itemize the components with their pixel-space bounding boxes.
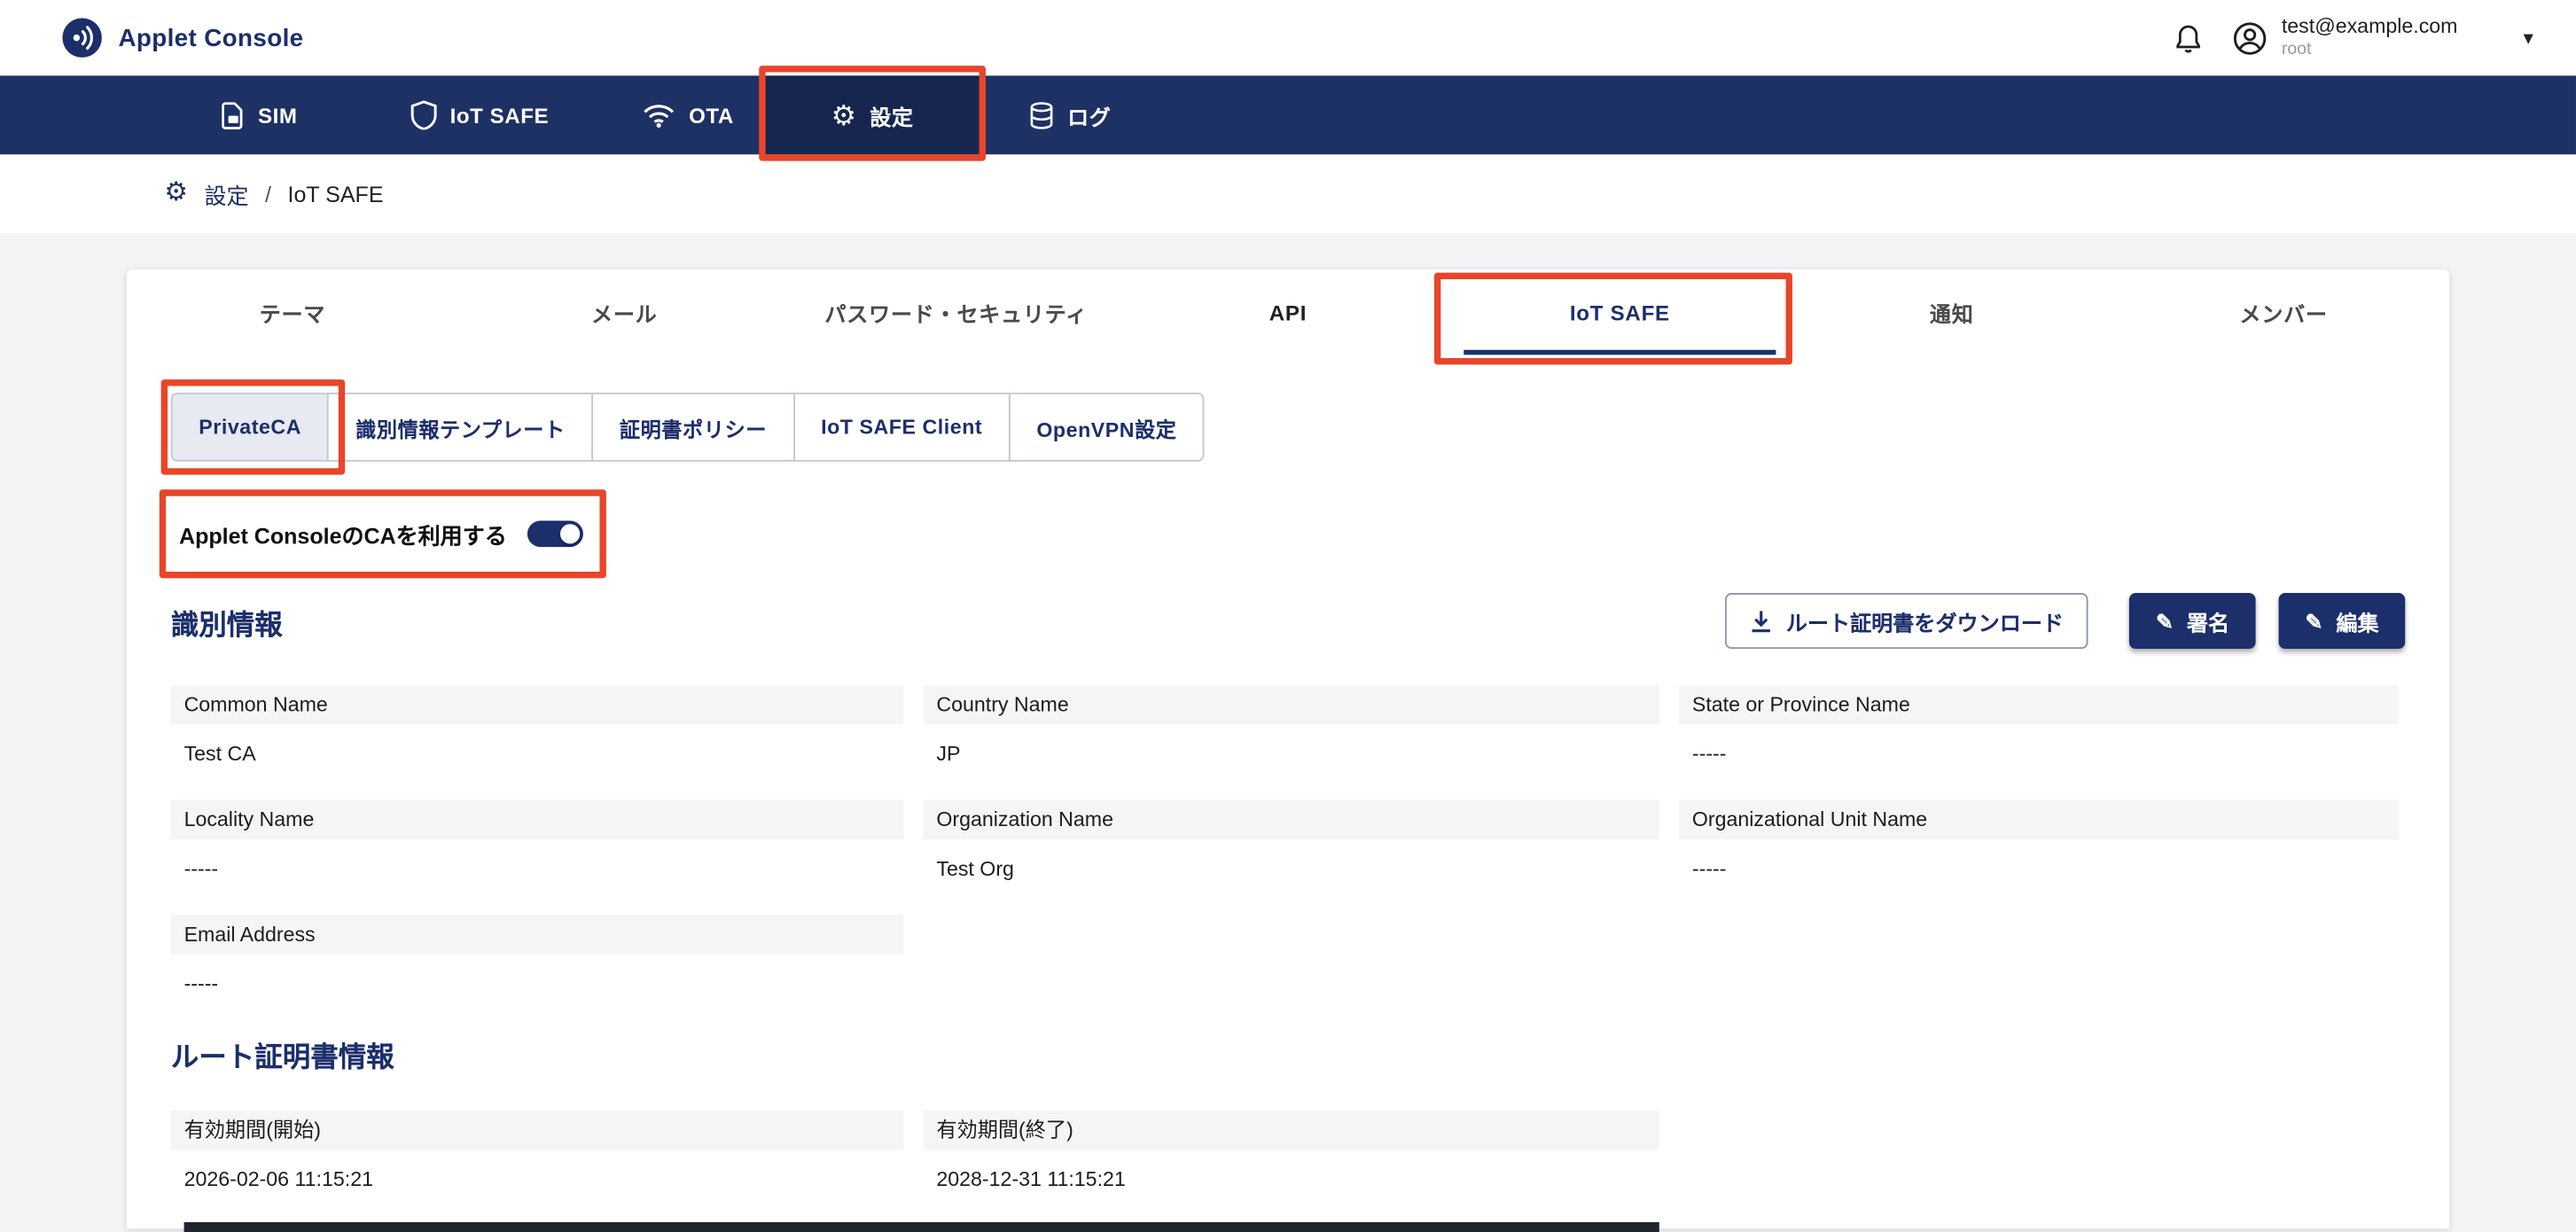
user-role: root	[2282, 40, 2458, 61]
ca-toggle-row: Applet ConsoleのCAを利用する	[171, 498, 2405, 571]
field-locality-name: Locality Name -----	[171, 800, 904, 885]
breadcrumb-current: IoT SAFE	[288, 182, 384, 207]
pencil-icon: ✎	[2305, 611, 2322, 632]
settings-tab-bar: テーマ メール パスワード・セキュリティ API IoT SAFE 通知 メンバ…	[127, 269, 2450, 355]
main-nav-bar: SIM IoT SAFE OTA ⚙ 設定	[0, 75, 2576, 154]
ca-toggle-label: Applet ConsoleのCAを利用する	[179, 518, 507, 550]
sign-button-label: 署名	[2187, 605, 2229, 636]
download-button-label: ルート証明書をダウンロード	[1786, 605, 2064, 636]
field-valid-from: 有効期間(開始) 2026-02-06 11:15:21	[171, 1111, 904, 1195]
nav-item-settings[interactable]: ⚙ 設定	[766, 75, 980, 154]
header-right: test@example.com root ▾	[2174, 14, 2543, 61]
field-label: Organizational Unit Name	[1679, 800, 2399, 839]
account-circle-icon[interactable]	[2232, 20, 2267, 55]
breadcrumb: ⚙ 設定 / IoT SAFE	[0, 154, 2576, 233]
breadcrumb-section-link[interactable]: 設定	[204, 177, 248, 210]
edit-button[interactable]: ✎ 編集	[2279, 593, 2406, 649]
subtab-private-ca[interactable]: PrivateCA	[171, 393, 330, 462]
field-value: 2026-02-06 11:15:21	[171, 1168, 904, 1195]
sign-button[interactable]: ✎ 署名	[2129, 593, 2256, 649]
settings-card: テーマ メール パスワード・セキュリティ API IoT SAFE 通知 メンバ…	[127, 269, 2450, 1228]
nav-item-label: IoT SAFE	[450, 103, 550, 128]
root-cert-fields-grid: 有効期間(開始) 2026-02-06 11:15:21 有効期間(終了) 20…	[171, 1111, 2405, 1195]
tab-api[interactable]: API	[1122, 269, 1454, 355]
field-value: -----	[1679, 857, 2399, 884]
tab-members[interactable]: メンバー	[2118, 269, 2449, 355]
log-database-icon	[1028, 101, 1055, 129]
sim-card-icon	[222, 101, 245, 129]
root-cert-section-title: ルート証明書情報	[171, 1041, 2405, 1074]
nav-item-sim[interactable]: SIM	[171, 75, 348, 154]
edit-button-label: 編集	[2336, 605, 2378, 636]
download-root-cert-button[interactable]: ルート証明書をダウンロード	[1725, 593, 2088, 649]
field-label: 有効期間(終了)	[924, 1111, 1659, 1150]
field-label: Common Name	[171, 685, 904, 724]
top-header: Applet Console test@example.com root ▾	[0, 0, 2576, 75]
subtab-openvpn-settings[interactable]: OpenVPN設定	[1009, 393, 1205, 462]
field-label: 有効期間(開始)	[171, 1111, 904, 1150]
notification-bell-icon[interactable]	[2174, 22, 2203, 53]
field-value: JP	[924, 743, 1659, 769]
identity-actions: ルート証明書をダウンロード ✎ 署名 ✎ 編集	[1725, 593, 2405, 649]
field-value: -----	[1679, 743, 2399, 769]
field-email-address: Email Address -----	[171, 915, 904, 999]
nav-item-label: ログ	[1067, 99, 1111, 130]
breadcrumb-separator: /	[265, 182, 271, 207]
identity-fields-grid: Common Name Test CA Country Name JP Stat…	[171, 685, 2405, 999]
nav-item-label: OTA	[689, 103, 734, 128]
field-organization-name: Organization Name Test Org	[924, 800, 1659, 885]
user-info: test@example.com root	[2282, 14, 2458, 61]
nav-item-iot-safe[interactable]: IoT SAFE	[348, 75, 612, 154]
identity-section-title: 識別情報	[171, 600, 283, 641]
field-value: -----	[171, 857, 904, 884]
field-value: Test Org	[924, 857, 1659, 884]
gear-icon: ⚙	[831, 101, 857, 129]
app-logo-icon	[62, 18, 101, 57]
download-icon	[1750, 609, 1773, 634]
field-valid-to: 有効期間(終了) 2028-12-31 11:15:21	[924, 1111, 1659, 1195]
field-label: State or Province Name	[1679, 685, 2399, 724]
field-label: Email Address	[171, 915, 904, 954]
field-value: 2028-12-31 11:15:21	[924, 1168, 1659, 1195]
iot-safe-subtab-bar: PrivateCA 識別情報テンプレート 証明書ポリシー IoT SAFE Cl…	[171, 393, 1205, 462]
ca-toggle-switch[interactable]	[527, 520, 582, 547]
field-value: Test CA	[171, 743, 904, 769]
breadcrumb-gear-icon: ⚙	[164, 181, 188, 207]
field-label: Locality Name	[171, 800, 904, 839]
user-menu-caret-down-icon[interactable]: ▾	[2524, 27, 2533, 50]
subtab-iot-safe-client[interactable]: IoT SAFE Client	[793, 393, 1011, 462]
app-title: Applet Console	[118, 24, 303, 52]
field-label: Country Name	[924, 685, 1659, 724]
tab-mail[interactable]: メール	[458, 269, 790, 355]
field-organizational-unit-name: Organizational Unit Name -----	[1679, 800, 2399, 885]
wifi-icon	[643, 103, 675, 128]
field-country-name: Country Name JP	[924, 685, 1659, 769]
field-common-name: Common Name Test CA	[171, 685, 904, 769]
nav-item-ota[interactable]: OTA	[611, 75, 765, 154]
content-area: テーマ メール パスワード・セキュリティ API IoT SAFE 通知 メンバ…	[0, 233, 2576, 1228]
tab-theme[interactable]: テーマ	[127, 269, 458, 355]
tab-iot-safe[interactable]: IoT SAFE	[1454, 269, 1785, 355]
applet-console-screen: Applet Console test@example.com root ▾	[0, 0, 2576, 1228]
field-value: -----	[171, 972, 904, 999]
shield-icon	[410, 100, 437, 129]
identity-section-header: 識別情報 ルート証明書をダウンロード ✎ 署名	[171, 593, 2405, 649]
pencil-icon: ✎	[2156, 611, 2174, 632]
user-email: test@example.com	[2282, 14, 2458, 40]
cutoff-dark-bar	[184, 1222, 1659, 1232]
subtab-identity-template[interactable]: 識別情報テンプレート	[328, 393, 594, 462]
subtab-cert-policy[interactable]: 証明書ポリシー	[591, 393, 794, 462]
nav-item-label: 設定	[870, 99, 913, 130]
nav-item-logs[interactable]: ログ	[980, 75, 1160, 154]
field-label: Organization Name	[924, 800, 1659, 839]
field-state-or-province-name: State or Province Name -----	[1679, 685, 2399, 769]
nav-item-label: SIM	[258, 103, 298, 128]
tab-notifications[interactable]: 通知	[1786, 269, 2118, 355]
tab-password-security[interactable]: パスワード・セキュリティ	[790, 269, 1121, 355]
